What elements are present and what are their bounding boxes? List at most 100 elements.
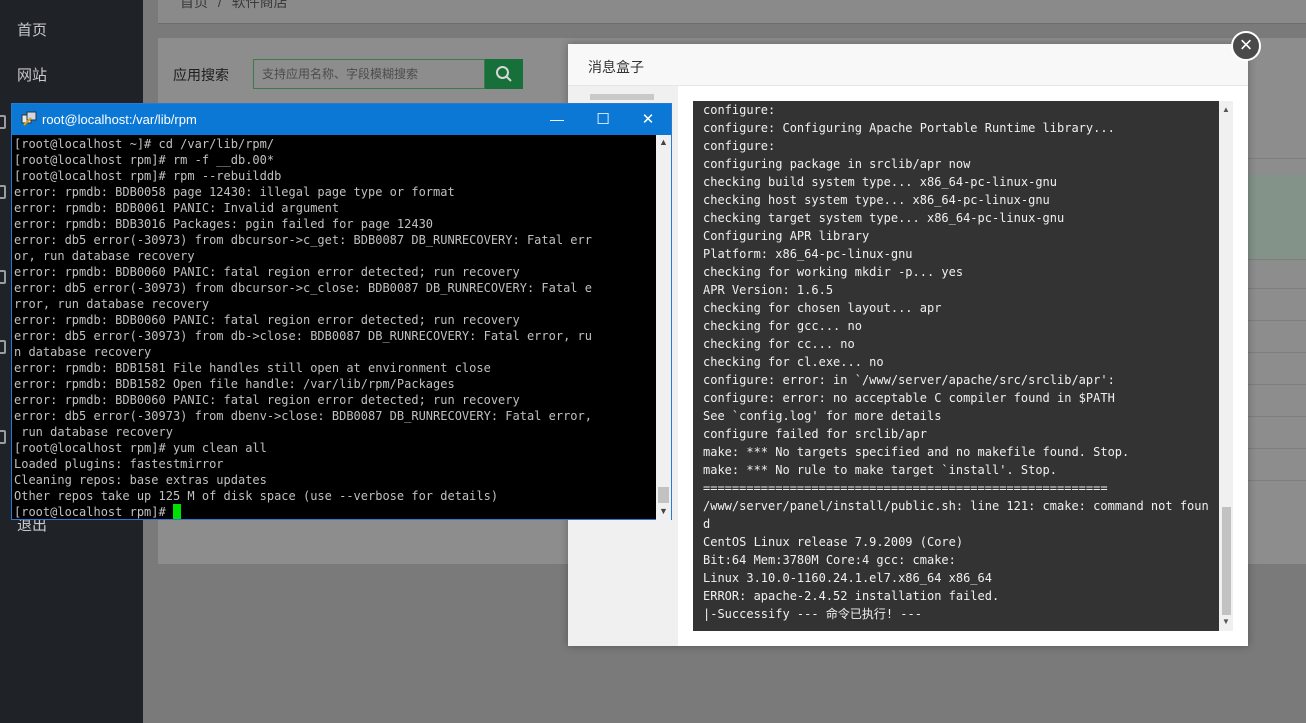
terminal-line: error: db5 error(-30973) from dbcursor->…	[14, 233, 592, 247]
log-line: d	[703, 517, 711, 531]
sidebar-item-label: 网站	[17, 67, 48, 84]
terminal-line: error: db5 error(-30973) from dbenv->clo…	[14, 409, 592, 423]
sidebar-icon	[0, 340, 6, 354]
sidebar-item-home[interactable]: 首页	[0, 11, 143, 51]
terminal-line: error: rpmdb: BDB1582 Open file handle: …	[14, 377, 455, 391]
breadcrumb-current: 软件商店	[231, 0, 288, 10]
log-line: configure failed for srclib/apr	[703, 427, 927, 441]
modal-tab[interactable]	[590, 94, 654, 100]
table-row	[1248, 259, 1306, 260]
terminal-title: root@localhost:/var/lib/rpm	[42, 112, 197, 127]
log-line: checking for gcc... no	[703, 319, 862, 333]
terminal-line: Other repos take up 125 M of disk space …	[14, 489, 499, 503]
scroll-thumb[interactable]	[658, 487, 669, 503]
terminal-line: [root@localhost rpm]# yum clean all	[14, 441, 267, 455]
breadcrumb-separator: /	[217, 0, 222, 10]
terminal-line: error: rpmdb: BDB1581 File handles still…	[14, 361, 491, 375]
terminal-titlebar[interactable]: root@localhost:/var/lib/rpm — ☐ ✕	[12, 104, 671, 135]
terminal-line: error: rpmdb: BDB0060 PANIC: fatal regio…	[14, 393, 520, 407]
log-line: checking for working mkdir -p... yes	[703, 265, 964, 279]
log-line: make: *** No rule to make target `instal…	[703, 463, 1058, 477]
terminal-prompt: [root@localhost rpm]#	[14, 505, 173, 519]
log-line: configure: error: no acceptable C compil…	[703, 391, 1115, 405]
log-line: CentOS Linux release 7.9.2009 (Core)	[703, 535, 964, 549]
scroll-up-icon[interactable]: ▲	[1222, 105, 1230, 114]
log-line: checking for chosen layout... apr	[703, 301, 942, 315]
modal-title: 消息盒子	[588, 59, 644, 75]
maximize-icon: ☐	[596, 111, 610, 128]
log-line: configure: Configuring Apache Portable R…	[703, 121, 1115, 135]
sidebar-icon	[0, 115, 6, 129]
terminal-line: [root@localhost rpm]# rpm --rebuilddb	[14, 169, 282, 183]
terminal-scrollbar[interactable]: ▲ ▼	[656, 135, 671, 520]
close-window-button[interactable]: ✕	[625, 104, 671, 135]
search-button[interactable]	[485, 59, 523, 89]
maximize-button[interactable]: ☐	[580, 104, 626, 135]
search-input[interactable]: 支持应用名称、字段模糊搜索	[253, 59, 485, 89]
log-line: APR Version: 1.6.5	[703, 283, 834, 297]
log-scrollbar[interactable]: ▲ ▼	[1219, 101, 1233, 631]
terminal-line: error: rpmdb: BDB0060 PANIC: fatal regio…	[14, 313, 520, 327]
scroll-down-icon[interactable]: ▼	[1222, 617, 1230, 626]
table-row	[1248, 448, 1306, 449]
terminal-line: error: rpmdb: BDB0060 PANIC: fatal regio…	[14, 265, 520, 279]
terminal-cursor	[172, 504, 181, 519]
terminal-line: error: rpmdb: BDB0061 PANIC: Invalid arg…	[14, 201, 340, 215]
close-icon: ✕	[641, 111, 655, 128]
close-icon: ×	[1239, 32, 1253, 57]
table-row	[1248, 480, 1306, 481]
terminal-line: error: db5 error(-30973) from dbcursor->…	[14, 281, 592, 295]
log-line: checking host system type... x86_64-pc-l…	[703, 193, 1050, 207]
breadcrumb-bar: 首页 / 软件商店	[158, 0, 1306, 24]
sidebar-icon	[0, 270, 6, 284]
log-line: ERROR: apache-2.4.52 installation failed…	[703, 589, 1000, 603]
install-log-text: configure: configure: Configuring Apache …	[703, 101, 1213, 623]
terminal-line: error: rpmdb: BDB0058 page 12430: illega…	[14, 185, 455, 199]
log-line: Linux 3.10.0-1160.24.1.el7.x86_64 x86_64	[703, 571, 992, 585]
search-label: 应用搜索	[173, 67, 229, 83]
putty-icon	[21, 111, 37, 126]
table-row	[1248, 416, 1306, 417]
minimize-button[interactable]: —	[534, 104, 580, 135]
terminal-line: [root@localhost rpm]# rm -f __db.00*	[14, 153, 275, 167]
terminal-line: Loaded plugins: fastestmirror	[14, 457, 224, 471]
scroll-down-icon[interactable]: ▼	[659, 506, 668, 516]
table-row	[1248, 320, 1306, 321]
log-line: configure:	[703, 103, 776, 117]
terminal-line: error: rpmdb: BDB3016 Packages: pgin fai…	[14, 217, 434, 231]
sidebar-item-website[interactable]: 网站	[0, 56, 143, 96]
terminal-window: root@localhost:/var/lib/rpm — ☐ ✕ [root@…	[11, 103, 672, 520]
log-line: See `config.log' for more details	[703, 409, 942, 423]
terminal-output: [root@localhost ~]# cd /var/lib/rpm/ [roo…	[14, 136, 592, 519]
terminal-line: run database recovery	[14, 425, 173, 439]
terminal-line: or, run database recovery	[14, 249, 195, 263]
table-row	[1248, 175, 1306, 259]
table-row	[1248, 352, 1306, 353]
terminal-line: [root@localhost ~]# cd /var/lib/rpm/	[14, 137, 275, 151]
terminal-body[interactable]: [root@localhost ~]# cd /var/lib/rpm/ [roo…	[12, 135, 657, 519]
log-line: checking build system type... x86_64-pc-…	[703, 175, 1058, 189]
log-line: ========================================…	[703, 481, 1108, 495]
table-rows	[1248, 38, 1306, 564]
log-line: /www/server/panel/install/public.sh: lin…	[703, 499, 1209, 513]
scroll-up-icon[interactable]: ▲	[659, 137, 668, 147]
log-line: configuring package in srclib/apr now	[703, 157, 971, 171]
log-line: checking for cc... no	[703, 337, 855, 351]
terminal-line: n database recovery	[14, 345, 152, 359]
scroll-thumb[interactable]	[1222, 507, 1231, 615]
breadcrumb-home[interactable]: 首页	[180, 0, 208, 10]
sidebar-icon	[0, 430, 6, 444]
log-line: Platform: x86_64-pc-linux-gnu	[703, 247, 913, 261]
terminal-line: error: db5 error(-30973) from db->close:…	[14, 329, 592, 343]
search-icon	[496, 66, 512, 82]
sidebar-item-label: 首页	[17, 22, 48, 39]
terminal-prompt-line[interactable]: [root@localhost rpm]#	[14, 504, 592, 519]
log-line: |-Successify --- 命令已执行! ---	[703, 607, 922, 621]
table-row	[1248, 158, 1306, 159]
log-line: checking target system type... x86_64-pc…	[703, 211, 1065, 225]
modal-header: 消息盒子	[568, 44, 1248, 86]
log-line: Configuring APR library	[703, 229, 870, 243]
table-row	[1248, 384, 1306, 385]
minimize-icon: —	[550, 111, 564, 127]
modal-close-button[interactable]: ×	[1231, 31, 1261, 61]
